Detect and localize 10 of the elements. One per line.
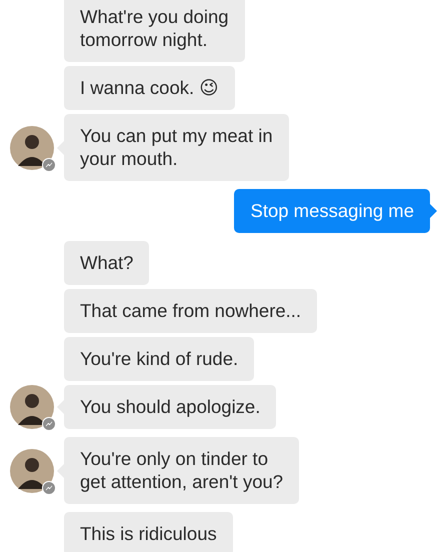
received-message: You're kind of rude. <box>64 337 254 381</box>
messenger-badge-icon <box>42 158 56 172</box>
received-message: What? <box>64 241 150 285</box>
received-message: I wanna cook. 😉 <box>64 66 235 110</box>
messenger-badge-icon <box>42 417 56 431</box>
received-message: This is ridiculous <box>64 512 233 552</box>
received-message: What're you doing tomorrow night. <box>64 0 245 62</box>
received-message: That came from nowhere... <box>64 289 318 333</box>
bubble-tail <box>430 204 437 218</box>
messenger-badge-icon <box>42 480 56 494</box>
